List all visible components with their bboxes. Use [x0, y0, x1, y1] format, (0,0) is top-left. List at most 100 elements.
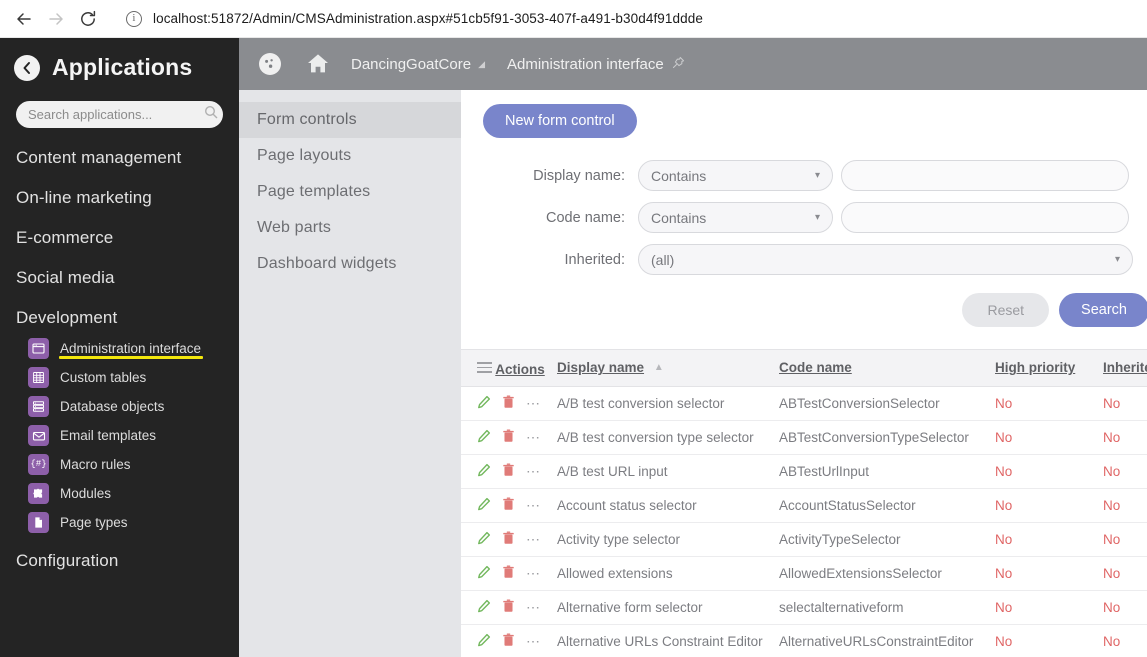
sidebar-group-content-management[interactable]: Content management: [0, 128, 239, 174]
search-applications-box[interactable]: [16, 101, 223, 128]
new-form-control-button[interactable]: New form control: [483, 104, 637, 138]
kentico-logo-icon[interactable]: [251, 45, 289, 83]
column-header-code-name-label[interactable]: Code name: [779, 360, 852, 375]
forward-button[interactable]: [40, 3, 72, 35]
table-row[interactable]: ⋯ Alternative URLs Constraint Editor Alter…: [461, 624, 1147, 657]
hamburger-icon[interactable]: [477, 359, 492, 376]
table-row[interactable]: ⋯ A/B test conversion selector ABTestConve…: [461, 386, 1147, 421]
trash-icon[interactable]: [502, 565, 515, 582]
sidebar-item-page-types[interactable]: Page types: [0, 508, 239, 537]
chevron-down-icon: ▾: [1114, 254, 1120, 265]
sidebar-item-label: Email templates: [60, 428, 157, 443]
subnav-item-page-templates[interactable]: Page templates: [239, 174, 461, 210]
home-icon[interactable]: [299, 45, 337, 83]
back-button[interactable]: [8, 3, 40, 35]
sidebar-group-development[interactable]: Development: [0, 294, 239, 334]
table-row[interactable]: ⋯ Account status selector AccountStatusSel…: [461, 488, 1147, 523]
sidebar-group-configuration[interactable]: Configuration: [0, 537, 239, 577]
sidebar-item-custom-tables[interactable]: Custom tables: [0, 363, 239, 392]
reset-button[interactable]: Reset: [962, 293, 1050, 327]
table-row[interactable]: ⋯ A/B test conversion type selector ABTest…: [461, 420, 1147, 455]
inherited-select[interactable]: (all) ▾: [638, 244, 1133, 275]
ellipsis-icon[interactable]: ⋯: [526, 430, 541, 444]
breadcrumb-current-label: Administration interface: [507, 55, 664, 73]
ellipsis-icon[interactable]: ⋯: [526, 396, 541, 410]
row-actions: ⋯: [461, 454, 557, 489]
sidebar-item-label: Database objects: [60, 399, 165, 414]
trash-icon[interactable]: [502, 599, 515, 616]
sidebar-item-modules[interactable]: Modules: [0, 479, 239, 508]
trash-icon[interactable]: [502, 633, 515, 650]
filter-label-code-name: Code name:: [546, 209, 625, 226]
sidebar-item-administration-interface[interactable]: Administration interface: [0, 334, 239, 363]
ellipsis-icon[interactable]: ⋯: [526, 634, 541, 648]
ellipsis-icon[interactable]: ⋯: [526, 600, 541, 614]
sidebar-item-database-objects[interactable]: Database objects: [0, 392, 239, 421]
sort-asc-icon[interactable]: ▲: [654, 362, 664, 373]
sidebar-group-online-marketing[interactable]: On-line marketing: [0, 174, 239, 214]
pencil-icon[interactable]: [477, 633, 491, 650]
breadcrumb-current: Administration interface: [507, 56, 685, 73]
sidebar-back-button[interactable]: [14, 54, 40, 81]
cell-high-priority: No: [995, 624, 1103, 657]
address-bar[interactable]: i localhost:51872/Admin/CMSAdministratio…: [114, 4, 1139, 33]
row-actions: ⋯: [461, 522, 557, 557]
ellipsis-icon[interactable]: ⋯: [526, 532, 541, 546]
breadcrumb-site[interactable]: DancingGoatCore ◢: [351, 56, 485, 73]
trash-icon[interactable]: [502, 463, 515, 480]
trash-icon[interactable]: [502, 429, 515, 446]
reload-button[interactable]: [72, 3, 104, 35]
sidebar-item-macro-rules[interactable]: {#} Macro rules: [0, 450, 239, 479]
display-name-operator-select[interactable]: Contains ▾: [638, 160, 833, 191]
subnav-item-form-controls[interactable]: Form controls: [239, 102, 461, 138]
trash-icon[interactable]: [502, 531, 515, 548]
display-name-input[interactable]: [841, 160, 1129, 191]
search-icon[interactable]: [204, 105, 218, 124]
info-icon[interactable]: i: [126, 10, 142, 27]
sidebar-item-email-templates[interactable]: Email templates: [0, 421, 239, 450]
subnav-item-page-layouts[interactable]: Page layouts: [239, 138, 461, 174]
pencil-icon[interactable]: [477, 497, 491, 514]
code-name-operator-select[interactable]: Contains ▾: [638, 202, 833, 233]
code-name-input[interactable]: [841, 202, 1129, 233]
ellipsis-icon[interactable]: ⋯: [526, 498, 541, 512]
cell-code-name: ABTestConversionSelector: [779, 386, 995, 421]
sidebar-group-ecommerce[interactable]: E-commerce: [0, 214, 239, 254]
column-header-inherited-label[interactable]: Inherited: [1103, 360, 1147, 375]
column-header-actions[interactable]: Actions: [461, 349, 557, 387]
pin-icon[interactable]: [672, 56, 685, 73]
pencil-icon[interactable]: [477, 531, 491, 548]
ellipsis-icon[interactable]: ⋯: [526, 566, 541, 580]
trash-icon[interactable]: [502, 395, 515, 412]
search-input[interactable]: [28, 107, 204, 122]
cell-code-name: selectalternativeform: [779, 590, 995, 625]
subnav-item-dashboard-widgets[interactable]: Dashboard widgets: [239, 246, 461, 282]
database-icon: [28, 396, 49, 417]
filter-label-inherited: Inherited:: [564, 251, 625, 268]
column-header-high-priority[interactable]: High priority: [995, 349, 1103, 387]
column-header-actions-label[interactable]: Actions: [495, 362, 545, 377]
subnav-item-web-parts[interactable]: Web parts: [239, 210, 461, 246]
table-row[interactable]: ⋯ Allowed extensions AllowedExtensionsSele…: [461, 556, 1147, 591]
table-row[interactable]: ⋯ Activity type selector ActivityTypeSelec…: [461, 522, 1147, 557]
column-header-display-name[interactable]: Display name ▲: [557, 349, 779, 387]
pencil-icon[interactable]: [477, 565, 491, 582]
pencil-icon[interactable]: [477, 463, 491, 480]
caret-down-icon[interactable]: ◢: [478, 59, 485, 70]
table-row[interactable]: ⋯ Alternative form selector selectalternat…: [461, 590, 1147, 625]
filter-actions: Reset Search: [483, 293, 1147, 327]
sidebar-group-social-media[interactable]: Social media: [0, 254, 239, 294]
search-button[interactable]: Search: [1059, 293, 1147, 327]
pencil-icon[interactable]: [477, 599, 491, 616]
pencil-icon[interactable]: [477, 395, 491, 412]
browser-toolbar: i localhost:51872/Admin/CMSAdministratio…: [0, 0, 1147, 38]
column-header-code-name[interactable]: Code name: [779, 349, 995, 387]
table-row[interactable]: ⋯ A/B test URL input ABTestUrlInput No No: [461, 454, 1147, 489]
column-header-high-priority-label[interactable]: High priority: [995, 360, 1075, 375]
ellipsis-icon[interactable]: ⋯: [526, 464, 541, 478]
trash-icon[interactable]: [502, 497, 515, 514]
column-header-display-name-label[interactable]: Display name: [557, 360, 644, 375]
pencil-icon[interactable]: [477, 429, 491, 446]
column-header-inherited[interactable]: Inherited: [1103, 349, 1147, 387]
sidebar-item-label: Macro rules: [60, 457, 131, 472]
